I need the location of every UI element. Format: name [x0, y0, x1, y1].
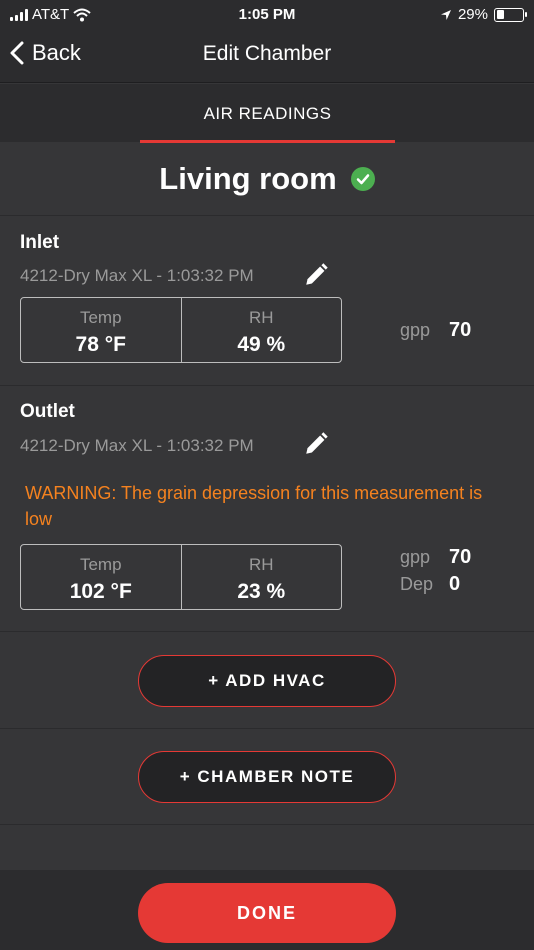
gpp-label: gpp [400, 320, 431, 340]
rh-value: 49 % [237, 333, 286, 356]
battery-icon [494, 7, 527, 22]
done-button[interactable]: DONE [138, 883, 396, 943]
add-hvac-row: + ADD HVAC [0, 633, 534, 729]
footer-bar: DONE [0, 870, 534, 950]
inlet-temp-cell[interactable]: Temp 78 °F [21, 298, 181, 362]
inlet-title: Inlet [20, 232, 60, 253]
outlet-readings-box: Temp 102 °F RH 23 % [20, 544, 342, 610]
inlet-readings-box: Temp 78 °F RH 49 % [20, 297, 342, 363]
status-bar: AT&T 1:05 PM 29% [0, 0, 534, 30]
tab-bar: AIR READINGS [0, 84, 534, 143]
inlet-gpp: gpp 70 [400, 319, 471, 342]
chamber-note-row: + CHAMBER NOTE [0, 729, 534, 825]
outlet-rh-cell[interactable]: RH 23 % [180, 545, 342, 609]
outlet-dep: Dep 0 [400, 573, 460, 596]
location-arrow-icon [440, 9, 451, 20]
edit-pencil-icon[interactable] [303, 431, 329, 457]
back-label: Back [32, 40, 81, 65]
edit-pencil-icon[interactable] [303, 262, 329, 288]
gpp-value: 70 [449, 319, 472, 341]
temp-value: 78 °F [75, 333, 126, 356]
dep-label: Dep [400, 574, 434, 594]
tab-air-readings[interactable]: AIR READINGS [140, 84, 395, 142]
chamber-note-button[interactable]: + CHAMBER NOTE [138, 751, 396, 803]
outlet-gpp: gpp 70 [400, 546, 471, 569]
grain-depression-warning: WARNING: The grain depression for this m… [25, 483, 483, 529]
status-right: 29% [440, 6, 527, 23]
nav-bar: Back Edit Chamber [0, 30, 534, 83]
back-button[interactable]: Back [10, 40, 81, 66]
gpp-value: 70 [449, 546, 472, 568]
inlet-device: 4212-Dry Max XL - 1:03:32 PM [20, 266, 254, 285]
check-circle-icon [350, 166, 375, 191]
rh-label: RH [248, 308, 274, 327]
dep-value: 0 [449, 573, 461, 595]
outlet-section: Outlet 4212-Dry Max XL - 1:03:32 PM WARN… [0, 386, 534, 632]
room-header: Living room [0, 142, 534, 216]
outlet-device: 4212-Dry Max XL - 1:03:32 PM [20, 436, 254, 455]
add-hvac-button[interactable]: + ADD HVAC [138, 655, 396, 707]
temp-label: Temp [79, 308, 122, 327]
rh-value: 23 % [237, 580, 286, 603]
gpp-label: gpp [400, 547, 431, 567]
outlet-temp-cell[interactable]: Temp 102 °F [21, 545, 181, 609]
chevron-left-icon [10, 41, 24, 65]
outlet-title: Outlet [20, 401, 75, 422]
temp-value: 102 °F [69, 580, 132, 603]
rh-label: RH [248, 555, 274, 574]
temp-label: Temp [79, 555, 122, 574]
inlet-rh-cell[interactable]: RH 49 % [180, 298, 342, 362]
battery-percent: 29% [457, 6, 488, 23]
inlet-section: Inlet 4212-Dry Max XL - 1:03:32 PM Temp … [0, 217, 534, 386]
room-name: Living room [159, 160, 337, 196]
